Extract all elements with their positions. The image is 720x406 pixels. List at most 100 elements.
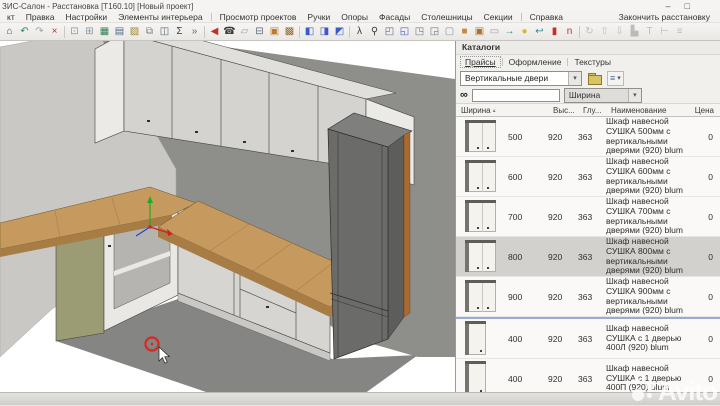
search-input[interactable] bbox=[472, 89, 560, 102]
cell-width: 900 bbox=[508, 277, 548, 316]
cell-price: 0 bbox=[687, 277, 720, 316]
arrow-teal-icon[interactable]: → bbox=[502, 25, 517, 39]
box-orange-icon[interactable]: ▣ bbox=[267, 25, 282, 39]
cell-height: 920 bbox=[548, 359, 578, 396]
tab-decoration[interactable]: Оформление bbox=[505, 57, 566, 67]
open-catalog-icon[interactable] bbox=[587, 72, 602, 85]
zoom-mode-icon[interactable]: ⚲ bbox=[367, 25, 382, 39]
cell-price: 0 bbox=[687, 319, 720, 358]
cube-view-iso-icon[interactable]: ◲ bbox=[427, 25, 442, 39]
table-row[interactable]: 900920363Шкаф навесной СУШКА 900мм с вер… bbox=[456, 277, 720, 317]
catalog-tabs: Прайсы Оформление Текстуры bbox=[456, 55, 720, 68]
phone-icon[interactable]: ☎ bbox=[222, 25, 237, 39]
cabinet-thumbnail bbox=[465, 200, 498, 233]
table-row[interactable]: 800920363Шкаф навесной СУШКА 800мм с вер… bbox=[456, 237, 720, 277]
table-row[interactable]: 700920363Шкаф навесной СУШКА 700мм с вер… bbox=[456, 197, 720, 237]
catalog-panel: Каталоги ПрайсыОформлениеТекстуры Вертик… bbox=[455, 41, 720, 396]
category-dropdown-value: Вертикальные двери bbox=[461, 72, 568, 85]
eraser-icon[interactable]: ▱ bbox=[237, 25, 252, 39]
walk-mode-icon[interactable]: λ bbox=[352, 25, 367, 39]
column-header-price[interactable]: Цена bbox=[688, 104, 720, 116]
search-row: ∞ Ширина ▾ bbox=[456, 87, 720, 103]
avito-watermark: Avito bbox=[632, 377, 717, 402]
cube-view-front-icon[interactable]: ◰ bbox=[382, 25, 397, 39]
table-row[interactable]: 500920363Шкаф навесной СУШКА 500мм с вер… bbox=[456, 117, 720, 157]
tall-cabinet[interactable] bbox=[328, 113, 412, 359]
project-tree-icon[interactable]: ▤ bbox=[112, 25, 127, 39]
chevron-down-icon[interactable]: ▾ bbox=[628, 89, 641, 102]
menu-item[interactable]: Опоры bbox=[336, 12, 373, 22]
panel-icon[interactable]: ▭ bbox=[487, 25, 502, 39]
cell-name: Шкаф навесной СУШКА 800мм с вертикальным… bbox=[606, 237, 687, 276]
menu-item[interactable]: кт bbox=[2, 12, 20, 22]
tab-textures[interactable]: Текстуры bbox=[570, 57, 615, 67]
window-view-icon[interactable]: ◫ bbox=[157, 25, 172, 39]
page-style-icon[interactable]: ◩ bbox=[332, 25, 347, 39]
overflow-icon[interactable]: » bbox=[187, 25, 202, 39]
price-table-icon[interactable]: ▦ bbox=[97, 25, 112, 39]
select-add-icon[interactable]: ⊞ bbox=[82, 25, 97, 39]
column-header-width[interactable]: Ширина ▴ bbox=[456, 104, 553, 116]
menu-item[interactable]: Столешницы bbox=[416, 12, 477, 22]
tab-prices[interactable]: Прайсы bbox=[461, 57, 500, 67]
undo-icon[interactable]: ↶ bbox=[17, 25, 32, 39]
toolbar-separator bbox=[349, 26, 350, 38]
grid-settings-icon[interactable]: ⊟ bbox=[252, 25, 267, 39]
chevron-down-icon[interactable]: ▾ bbox=[568, 72, 581, 85]
swoosh-icon[interactable]: ↩ bbox=[532, 25, 547, 39]
cell-depth: 363 bbox=[578, 197, 606, 236]
column-header-depth[interactable]: Глу... bbox=[583, 104, 611, 116]
column-header-name[interactable]: Наименование bbox=[611, 104, 688, 116]
category-row: Вертикальные двери ▾ ≡ ▾ bbox=[456, 68, 720, 87]
layers-icon[interactable]: ◨ bbox=[317, 25, 332, 39]
materials-icon[interactable]: ▨ bbox=[127, 25, 142, 39]
cell-width: 500 bbox=[508, 117, 548, 156]
select-marquee-icon[interactable]: ⊡ bbox=[67, 25, 82, 39]
bulb-icon[interactable]: ● bbox=[517, 25, 532, 39]
cube-view-left-icon[interactable]: ◳ bbox=[412, 25, 427, 39]
cell-price: 0 bbox=[687, 117, 720, 156]
menu-item[interactable]: Элементы интерьера bbox=[113, 12, 207, 22]
list-tool-icon: ≡ bbox=[672, 25, 687, 39]
redo-icon[interactable]: ↷ bbox=[32, 25, 47, 39]
menu-item[interactable]: Правка bbox=[21, 12, 60, 22]
column-header-height[interactable]: Выс... bbox=[553, 104, 583, 116]
box-brown-icon[interactable]: ▩ bbox=[282, 25, 297, 39]
toolbar-separator bbox=[64, 26, 65, 38]
menu-item[interactable]: Фасады bbox=[374, 12, 415, 22]
menu-item[interactable]: Просмотр проектов bbox=[215, 12, 302, 22]
table-row[interactable]: 400920363Шкаф навесной СУШКА с 1 дверью … bbox=[456, 319, 720, 359]
finish-layout-button[interactable]: Закончить расстановку bbox=[615, 12, 714, 22]
menu-item[interactable]: Ручки bbox=[302, 12, 335, 22]
app-window: ЗИС-Салон - Расстановка [Т160.10] [Новый… bbox=[0, 0, 720, 405]
home-icon[interactable]: ⌂ bbox=[2, 25, 17, 39]
text-add-icon[interactable]: ◧ bbox=[302, 25, 317, 39]
table-header: Ширина ▴ Выс... Глу... Наименование Цена bbox=[456, 103, 720, 117]
box-open-icon[interactable]: ▢ bbox=[442, 25, 457, 39]
view-mode-button[interactable]: ≡ ▾ bbox=[607, 71, 624, 86]
menu-item[interactable]: Справка bbox=[525, 12, 568, 22]
category-dropdown[interactable]: Вертикальные двери ▾ bbox=[460, 71, 582, 86]
loudspeaker-icon[interactable]: ◀ bbox=[207, 25, 222, 39]
red-bar-icon[interactable]: ▮ bbox=[547, 25, 562, 39]
cube-view-blue-icon[interactable]: ◱ bbox=[397, 25, 412, 39]
3d-viewport[interactable] bbox=[0, 41, 455, 396]
bottom-strip bbox=[0, 392, 720, 405]
cabinet-thumbnail bbox=[465, 160, 498, 193]
box-closed-icon[interactable]: ■ bbox=[457, 25, 472, 39]
minimize-button[interactable]: – bbox=[666, 2, 671, 10]
search-field-dropdown[interactable]: Ширина ▾ bbox=[564, 88, 642, 103]
maximize-button[interactable]: □ bbox=[685, 2, 690, 10]
table-row[interactable]: 600920363Шкаф навесной СУШКА 600мм с вер… bbox=[456, 157, 720, 197]
delete-icon[interactable]: × bbox=[47, 25, 62, 39]
sum-icon[interactable]: Σ bbox=[172, 25, 187, 39]
tab-separator bbox=[502, 58, 503, 66]
toolbar-separator bbox=[299, 26, 300, 38]
presentation-icon[interactable]: ⧉ bbox=[142, 25, 157, 39]
red-n-icon[interactable]: n bbox=[562, 25, 577, 39]
folder-body bbox=[588, 75, 602, 85]
cell-depth: 363 bbox=[578, 359, 606, 396]
menu-item[interactable]: Настройки bbox=[60, 12, 112, 22]
menu-item[interactable]: Секции bbox=[479, 12, 518, 22]
box-filled-icon[interactable]: ▣ bbox=[472, 25, 487, 39]
